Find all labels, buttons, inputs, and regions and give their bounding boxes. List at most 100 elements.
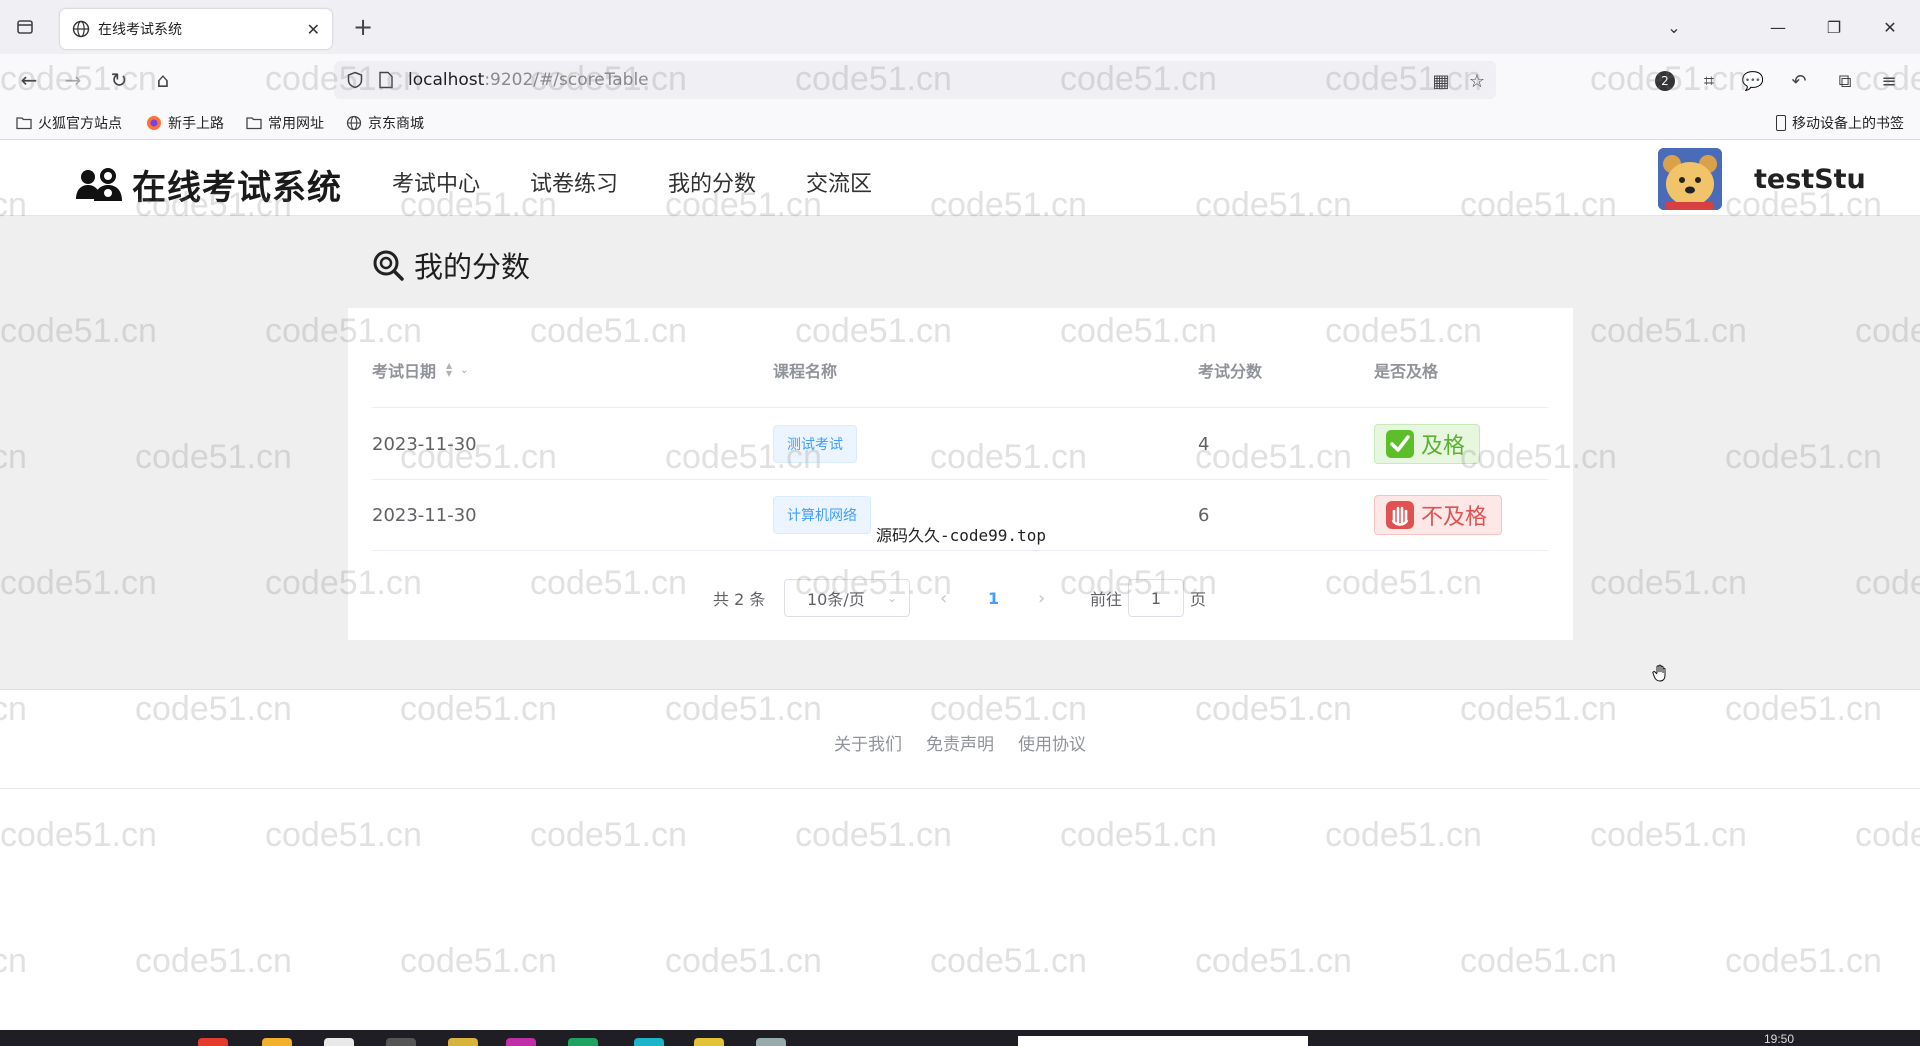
bookmark-item[interactable]: 新手上路 <box>146 113 224 133</box>
username[interactable]: testStu <box>1754 164 1866 195</box>
page-number-current[interactable]: 1 <box>988 579 999 617</box>
hand-cursor-icon <box>1652 664 1666 682</box>
taskbar-app-icon[interactable] <box>198 1038 228 1046</box>
taskbar-app-icon[interactable] <box>694 1038 724 1046</box>
close-window-button[interactable]: ✕ <box>1870 12 1910 42</box>
tab-list-icon[interactable] <box>10 12 40 42</box>
chevron-down-icon[interactable]: ⌄ <box>460 365 468 376</box>
new-tab-button[interactable]: + <box>348 12 378 42</box>
taskbar-app-icon[interactable] <box>262 1038 292 1046</box>
main-content: 我的分数 考试日期 ▲ ▼ ⌄ 课程名称 考试分数 是否及格 2023-11-30… <box>0 216 1920 690</box>
score-table-card: 考试日期 ▲ ▼ ⌄ 课程名称 考试分数 是否及格 2023-11-30 测试考试… <box>348 308 1573 640</box>
menu-forum[interactable]: 交流区 <box>806 166 872 198</box>
cell-score: 4 <box>1198 433 1210 455</box>
column-exam-date[interactable]: 考试日期 ▲ ▼ ⌄ <box>372 358 469 382</box>
stop-hand-icon <box>1386 501 1414 529</box>
taskbar-app-icon[interactable] <box>634 1038 664 1046</box>
undo-icon[interactable]: ↶ <box>1786 68 1812 94</box>
menu-icon[interactable]: ≡ <box>1876 68 1902 94</box>
site-logo[interactable]: 在线考试系统 <box>74 160 342 209</box>
address-bar[interactable]: localhost:9202/#/scoreTable ▦ ☆ <box>334 61 1496 99</box>
browser-tab-active[interactable]: 在线考试系统 ✕ <box>60 9 332 49</box>
cell-course: 计算机网络 <box>773 480 871 550</box>
cell-score: 6 <box>1198 504 1210 526</box>
pagination: 共 2 条 10条/页 ⌄ ‹ 1 › 前往 1 页 <box>348 579 1573 617</box>
next-page-button[interactable]: › <box>1038 579 1045 617</box>
footer-disclaimer-link[interactable]: 免责声明 <box>926 730 994 755</box>
overlay-watermark-text: 源码久久-code99.top <box>876 526 1046 545</box>
table-row: 2023-11-30 测试考试 4 及格 <box>372 409 1548 480</box>
browser-nav-bar: ← → ↻ ⌂ localhost:9202/#/scoreTable ▦ ☆ … <box>0 54 1920 106</box>
restore-button[interactable]: ❐ <box>1814 12 1854 42</box>
pagination-total: 共 2 条 <box>713 590 766 609</box>
menu-my-scores[interactable]: 我的分数 <box>668 166 756 198</box>
taskbar-app-icon[interactable] <box>568 1038 598 1046</box>
page-title: 我的分数 <box>372 244 530 286</box>
page-size-select[interactable]: 10条/页 ⌄ <box>784 579 910 617</box>
column-course-name: 课程名称 <box>773 362 838 381</box>
tab-title: 在线考试系统 <box>98 22 182 38</box>
column-score: 考试分数 <box>1198 362 1263 381</box>
prev-page-button[interactable]: ‹ <box>940 579 947 617</box>
list-all-tabs-icon[interactable]: ⌄ <box>1654 12 1694 42</box>
back-icon[interactable]: ← <box>14 65 44 95</box>
globe-icon <box>346 115 362 131</box>
menu-exam-center[interactable]: 考试中心 <box>392 166 480 198</box>
site-header: 在线考试系统 考试中心 试卷练习 我的分数 交流区 testStu <box>0 140 1920 216</box>
os-taskbar: 19:50 <box>0 1030 1920 1046</box>
taskbar-app-icon[interactable] <box>386 1038 416 1046</box>
column-passed: 是否及格 <box>1374 362 1439 381</box>
firefox-icon <box>146 115 162 131</box>
logo-text: 在线考试系统 <box>132 168 342 208</box>
footer-terms-link[interactable]: 使用协议 <box>1018 730 1086 755</box>
footer-about-link[interactable]: 关于我们 <box>834 730 902 755</box>
url-host: localhost <box>408 70 485 90</box>
table-header: 考试日期 ▲ ▼ ⌄ 课程名称 考试分数 是否及格 <box>372 308 1548 408</box>
extensions-badge[interactable]: 2 <box>1652 68 1678 94</box>
reload-icon[interactable]: ↻ <box>104 65 134 95</box>
goto-page-input[interactable]: 1 <box>1128 579 1184 617</box>
minimize-button[interactable]: — <box>1758 12 1798 42</box>
page-icon[interactable] <box>378 71 394 89</box>
checkmark-icon <box>1386 430 1414 458</box>
browser-tab-bar: 在线考试系统 ✕ + ⌄ — ❐ ✕ <box>0 0 1920 54</box>
menu-paper-practice[interactable]: 试卷练习 <box>530 166 618 198</box>
search-icon <box>373 250 404 281</box>
home-icon[interactable]: ⌂ <box>148 65 178 95</box>
main-menu: 考试中心 试卷练习 我的分数 交流区 <box>392 166 922 198</box>
mobile-bookmarks[interactable]: 移动设备上的书签 <box>1776 113 1904 133</box>
chevron-down-icon: ⌄ <box>886 591 897 605</box>
close-tab-icon[interactable]: ✕ <box>307 20 320 39</box>
cell-result: 及格 <box>1374 409 1481 479</box>
folder-icon <box>16 115 32 131</box>
taskbar-app-icon[interactable] <box>506 1038 536 1046</box>
avatar[interactable] <box>1658 148 1722 210</box>
course-tag: 测试考试 <box>773 425 857 463</box>
bookmarks-bar: 火狐官方站点 新手上路 常用网址 京东商城 移动设备上的书签 <box>0 106 1920 140</box>
cell-course: 测试考试 <box>773 409 857 479</box>
taskbar-app-icon[interactable] <box>756 1038 786 1046</box>
forward-icon[interactable]: → <box>58 65 88 95</box>
taskbar-clock: 19:50 <box>1763 1032 1794 1046</box>
cell-date: 2023-11-30 <box>372 504 477 526</box>
extension-puzzle-icon[interactable]: ⧉ <box>1832 68 1858 94</box>
footer-links: 关于我们 免责声明 使用协议 <box>0 730 1920 755</box>
footer-divider <box>0 788 1920 789</box>
shield-icon[interactable] <box>346 71 364 89</box>
crop-icon[interactable]: ⌗ <box>1696 68 1722 94</box>
taskbar-search-box[interactable] <box>1018 1036 1308 1046</box>
folder-icon <box>246 115 262 131</box>
bookmark-item[interactable]: 火狐官方站点 <box>16 113 122 133</box>
bookmark-star-icon[interactable]: ☆ <box>1466 70 1488 92</box>
qr-code-icon[interactable]: ▦ <box>1430 70 1452 92</box>
chat-icon[interactable]: 💬 <box>1740 68 1766 94</box>
bookmark-item[interactable]: 京东商城 <box>346 113 424 133</box>
url-path: :9202/#/scoreTable <box>484 70 649 90</box>
goto-label: 前往 <box>1090 590 1123 609</box>
taskbar-app-icon[interactable] <box>448 1038 478 1046</box>
users-icon <box>76 167 122 201</box>
taskbar-app-icon[interactable] <box>324 1038 354 1046</box>
cell-date: 2023-11-30 <box>372 433 477 455</box>
bookmark-item[interactable]: 常用网址 <box>246 113 324 133</box>
sort-caret-icon[interactable]: ▲ ▼ <box>446 362 452 378</box>
